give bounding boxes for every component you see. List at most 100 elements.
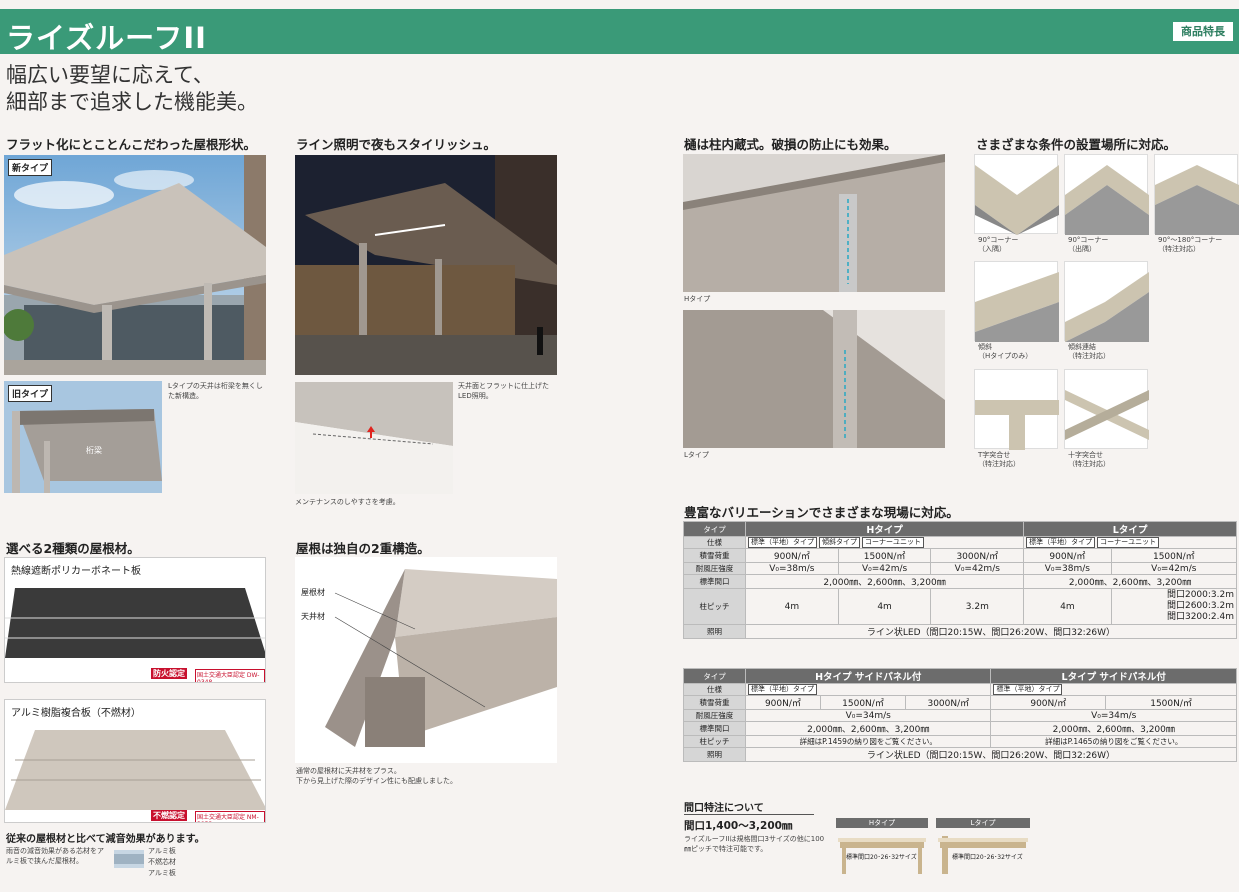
- condition-t-joint: [974, 369, 1059, 450]
- t1-l-width: 2,000㎜、2,600㎜、3,200㎜: [1023, 574, 1237, 589]
- t1-l-pitch-1: 4m: [1023, 588, 1112, 625]
- t2-spec-label: 仕様: [683, 683, 746, 696]
- t2-h-snow-2: 1500N/㎡: [819, 695, 907, 710]
- special-caption: ライズルーフIIは規格間口3サイズの他に100㎜ピッチで特注可能です。: [684, 835, 825, 853]
- h-type-gutter-photo: [683, 154, 945, 292]
- special-l-diagram: 標準間口20･26･32サイズ: [936, 832, 1030, 874]
- t2-l-width: 2,000㎜、2,600㎜、3,200㎜: [990, 721, 1237, 736]
- t1-h-spec-1: 標準（平地）タイプ: [748, 537, 817, 548]
- polycarbonate-cert: 防火認定: [151, 668, 187, 679]
- t1-l-spec-2: コーナーユニット: [1097, 537, 1160, 548]
- polycarbonate-photo: 熱線遮断ポリカーボネート板 防火認定 国土交通大臣認定 DW-0348: [4, 557, 266, 683]
- t1-l-snow-1: 900N/㎡: [1023, 548, 1112, 563]
- t2-width-label: 標準間口: [683, 721, 746, 736]
- condition-caption-5: 傾斜連結 （特注対応）: [1068, 343, 1110, 360]
- aluminum-label: アルミ樹脂複合板（不燃材）: [11, 708, 141, 719]
- h-type-label: Hタイプ: [684, 295, 711, 303]
- roofing-note-caption: 雨音の減音効果がある芯材をアルミ板で挟んだ屋根材。: [6, 847, 104, 865]
- t2-light: ライン状LED（間口20:15W、間口26:20W、間口32:26W）: [745, 747, 1237, 762]
- condition-caption-1: 90°コーナー （入隅）: [978, 236, 1019, 253]
- t1-l-wind-1: V₀=38m/s: [1023, 562, 1112, 575]
- flat-heading: フラット化にとことんこだわった屋根形状。: [6, 137, 257, 152]
- special-range: 間口1,400〜3,200㎜: [684, 820, 793, 832]
- t2-h-snow-1: 900N/㎡: [745, 695, 821, 710]
- page: ライズルーフII 商品特長 幅広い要望に応えて、 細部まで追求した機能美。 フラ…: [0, 0, 1239, 892]
- old-type-tag: 旧タイプ: [8, 385, 53, 402]
- spec-table-1: タイプ Hタイプ Lタイプ 仕様 標準（平地）タイプ 傾斜タイプ コーナーユニット …: [683, 521, 1238, 639]
- t1-l-pitch-2c: 間口3200:2.4m: [1166, 612, 1234, 622]
- t1-h-pitch-1: 4m: [745, 588, 839, 625]
- old-type-photo: 旧タイプ 桁梁: [4, 381, 162, 493]
- t1-l-snow-2: 1500N/㎡: [1110, 548, 1238, 563]
- t2-l-snow-1: 900N/㎡: [990, 695, 1107, 710]
- led-detail-photo: [295, 382, 453, 494]
- condition-caption-3: 90°〜180°コーナー （特注対応）: [1158, 236, 1223, 253]
- layer-label-1: アルミ板: [148, 847, 176, 855]
- condition-caption-4: 傾斜 （Hタイプのみ）: [978, 343, 1033, 360]
- t1-h-head: Hタイプ: [744, 521, 1025, 537]
- t1-l-pitch-2a: 間口2000:3.2m: [1166, 590, 1234, 600]
- t2-snow-label: 積雪荷重: [683, 695, 746, 710]
- t1-h-pitch-2: 4m: [837, 588, 932, 625]
- new-type-tag: 新タイプ: [8, 159, 53, 176]
- t1-h-wind-3: V₀=42m/s: [930, 562, 1025, 575]
- t2-h-wind: V₀=34m/s: [744, 709, 992, 722]
- condition-caption-2: 90°コーナー （出隅）: [1068, 236, 1109, 253]
- t1-light-label: 照明: [683, 624, 746, 639]
- lighting-heading: ライン照明で夜もスタイリッシュ。: [296, 137, 497, 152]
- t1-h-pitch-3: 3.2m: [930, 588, 1025, 625]
- roofing-note: 従来の屋根材と比べて減音効果があります。: [6, 834, 205, 845]
- t1-snow-label: 積雪荷重: [683, 548, 746, 563]
- ceiling-material-label: 天井材: [301, 612, 325, 621]
- t1-l-wind-2: V₀=42m/s: [1110, 562, 1238, 575]
- special-l-label: Lタイプ: [936, 818, 1030, 828]
- t1-h-wind-2: V₀=42m/s: [837, 562, 932, 575]
- variation-heading: 豊富なバリエーションでさまざまな現場に対応。: [684, 505, 959, 520]
- t1-type-label: タイプ: [683, 521, 746, 537]
- aluminum-photo: アルミ樹脂複合板（不燃材） 不燃認定 国土交通大臣認定 NM-3853: [4, 699, 266, 823]
- t1-h-wind-1: V₀=38m/s: [745, 562, 839, 575]
- gutter-heading: 樋は柱内蔵式。破損の防止にも効果。: [684, 137, 897, 152]
- t1-l-pitch-2b: 間口2600:3.2m: [1166, 601, 1234, 611]
- special-h-diagram: 標準間口20･26･32サイズ: [836, 832, 928, 874]
- t1-pitch-label: 柱ピッチ: [683, 588, 746, 625]
- t1-h-spec-2: 傾斜タイプ: [819, 537, 860, 548]
- special-h-inner: 標準間口20･26･32サイズ: [846, 854, 917, 861]
- layer-label-3: アルミ板: [148, 869, 176, 877]
- lighting-caption1: 天井面とフラットに仕上げたLED照明。: [458, 382, 549, 400]
- t2-h-pitch: 詳細はP.1459の納り図をご覧ください。: [744, 735, 992, 748]
- t1-light: ライン状LED（間口20:15W、間口26:20W、間口32:26W）: [745, 624, 1237, 639]
- l-type-gutter-photo: [683, 310, 945, 448]
- conditions-heading: さまざまな条件の設置場所に対応。: [976, 137, 1177, 152]
- flat-caption: Lタイプの天井は桁梁を無くした新構造。: [168, 382, 263, 400]
- layer-diagram: [114, 850, 144, 872]
- t2-h-snow-3: 3000N/㎡: [905, 695, 992, 710]
- condition-90-inner: [974, 154, 1059, 235]
- t1-h-snow-3: 3000N/㎡: [930, 548, 1025, 563]
- condition-caption-7: 十字突合せ （特注対応）: [1068, 451, 1110, 468]
- feature-badge: 商品特長: [1173, 22, 1233, 41]
- condition-caption-6: T字突合せ （特注対応）: [978, 451, 1020, 468]
- t1-wind-label: 耐風圧強度: [683, 562, 746, 575]
- t1-l-head: Lタイプ: [1023, 521, 1237, 537]
- t2-type-label: タイプ: [683, 668, 746, 684]
- condition-90-180: [1154, 154, 1239, 235]
- layer-label-2: 不燃芯材: [148, 858, 176, 866]
- t1-l-spec-1: 標準（平地）タイプ: [1026, 537, 1096, 548]
- t2-l-pitch: 詳細はP.1465の納り図をご覧ください。: [990, 735, 1237, 748]
- spec-table-2: タイプ Hタイプ サイドパネル付 Lタイプ サイドパネル付 仕様 標準（平地）タ…: [683, 668, 1237, 762]
- t1-spec-label: 仕様: [683, 536, 746, 549]
- t1-width-label: 標準間口: [683, 574, 746, 589]
- t2-h-head: Hタイプ サイドパネル付: [744, 668, 992, 684]
- special-h-label: Hタイプ: [836, 818, 928, 828]
- t2-l-snow-2: 1500N/㎡: [1105, 695, 1237, 710]
- condition-slope: [974, 261, 1059, 342]
- night-photo: [295, 155, 557, 375]
- t2-l-wind: V₀=34m/s: [990, 709, 1237, 722]
- old-type-label: 桁梁: [86, 446, 102, 455]
- structure-heading: 屋根は独自の2重構造。: [296, 541, 430, 556]
- structure-diagram: 屋根材 天井材: [295, 557, 557, 763]
- condition-90-outer: [1064, 154, 1149, 235]
- t1-h-width: 2,000㎜、2,600㎜、3,200㎜: [744, 574, 1025, 589]
- t2-light-label: 照明: [683, 747, 746, 762]
